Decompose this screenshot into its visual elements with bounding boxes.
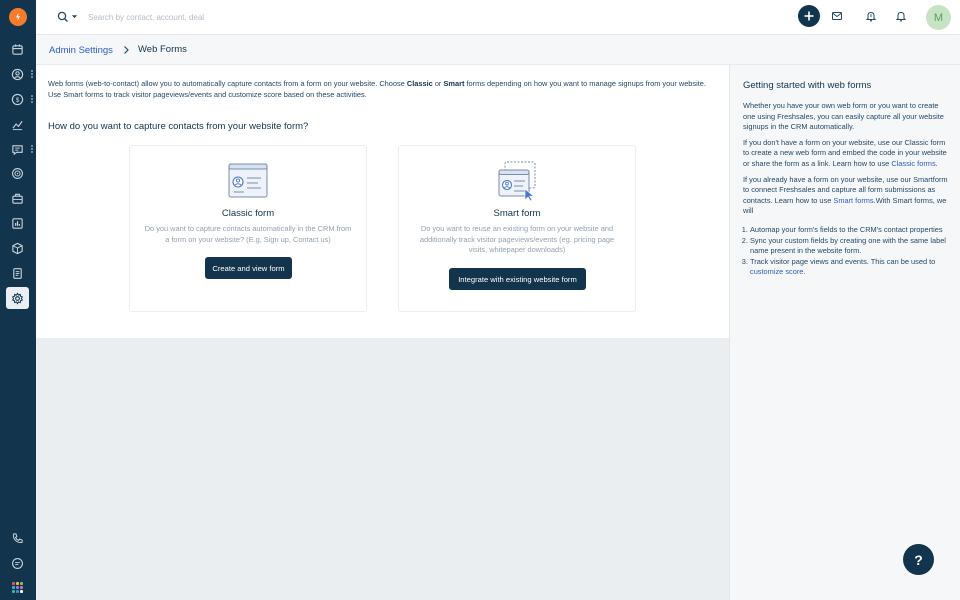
svg-text:$: $: [16, 96, 20, 103]
list-item-end: .: [803, 267, 806, 277]
avatar[interactable]: M: [926, 5, 951, 30]
getting-started-paragraph-2: If you don't have a form on your website…: [743, 138, 951, 170]
list-item: Sync your custom fields by creating one …: [750, 236, 951, 257]
reports-icon[interactable]: [6, 113, 29, 135]
breadcrumb-admin-settings-link[interactable]: Admin Settings: [49, 45, 113, 56]
sidebar: $: [0, 0, 36, 600]
main-content: Web forms (web-to-contact) allow you to …: [36, 65, 729, 338]
top-bar: M: [36, 0, 960, 35]
chevron-down-icon[interactable]: [71, 13, 78, 20]
breadcrumb: Admin Settings Web Forms: [36, 35, 960, 65]
smart-form-description: Do you want to reuse an existing form on…: [419, 224, 615, 254]
list-item: Automap your form's fields to the CRM's …: [750, 225, 951, 236]
chevron-right-icon: [124, 46, 129, 54]
documents-icon[interactable]: [6, 262, 29, 284]
apps-grid-icon[interactable]: [12, 582, 23, 593]
form-type-question: How do you want to capture contacts from…: [48, 121, 309, 132]
smart-form-title: Smart form: [493, 208, 541, 219]
calendar-icon[interactable]: [6, 38, 29, 60]
chat-icon[interactable]: [6, 552, 29, 574]
deals-more-icon[interactable]: [31, 95, 33, 103]
smart-forms-link[interactable]: Smart forms: [833, 196, 873, 205]
classic-form-description: Do you want to capture contacts automati…: [144, 224, 352, 244]
getting-started-paragraph-3: If you already have a form on your websi…: [743, 175, 951, 217]
list-item: Track visitor page views and events. Thi…: [750, 257, 951, 278]
classic-form-illustration-icon: [228, 163, 268, 198]
goals-icon[interactable]: [6, 162, 29, 184]
search-input[interactable]: [88, 9, 388, 25]
smart-form-illustration-icon: [498, 161, 536, 202]
contacts-icon[interactable]: [6, 63, 29, 85]
cpq-icon[interactable]: [6, 237, 29, 259]
contacts-more-icon[interactable]: [31, 70, 33, 78]
classic-form-title: Classic form: [221, 208, 275, 219]
intro-text: Web forms (web-to-contact) allow you to …: [48, 78, 713, 100]
intro-text-part1: Web forms (web-to-contact) allow you to …: [48, 79, 407, 88]
conversations-icon[interactable]: [6, 138, 29, 160]
search-icon[interactable]: [56, 10, 70, 24]
list-item-text: Track visitor page views and events. Thi…: [750, 256, 936, 266]
freshsales-logo-icon[interactable]: [9, 8, 27, 26]
getting-started-title: Getting started with web forms: [743, 80, 872, 91]
getting-started-body: Whether you have your own web form or yo…: [743, 101, 951, 278]
help-button[interactable]: ?: [903, 544, 934, 575]
customize-score-link[interactable]: customize score: [750, 267, 803, 276]
analytics-icon[interactable]: [6, 212, 29, 234]
conversations-more-icon[interactable]: [31, 145, 33, 153]
products-icon[interactable]: [6, 187, 29, 209]
add-icon: [804, 11, 814, 21]
settings-icon[interactable]: [6, 287, 29, 309]
phone-icon[interactable]: [6, 527, 29, 549]
classic-forms-link[interactable]: Classic forms: [891, 159, 935, 168]
smart-forms-feature-list: Automap your form's fields to the CRM's …: [743, 225, 951, 278]
getting-started-paragraph-1: Whether you have your own web form or yo…: [743, 101, 944, 132]
intro-classic-label: Classic: [406, 79, 433, 88]
add-button[interactable]: [798, 5, 820, 27]
integrate-existing-form-button[interactable]: Integrate with existing website form: [449, 268, 586, 290]
deals-icon[interactable]: $: [6, 88, 29, 110]
classic-form-card: Classic form Do you want to capture cont…: [129, 145, 367, 312]
notification-bell-icon[interactable]: [863, 8, 879, 24]
intro-or-text: or: [432, 79, 444, 88]
page-title: Web Forms: [138, 44, 187, 55]
create-and-view-form-button[interactable]: Create and view form: [205, 257, 292, 279]
mail-icon[interactable]: [829, 8, 845, 24]
paragraph-2-end: .: [935, 158, 938, 168]
getting-started-panel: Getting started with web forms Whether y…: [729, 65, 960, 600]
smart-form-card: Smart form Do you want to reuse an exist…: [398, 145, 636, 312]
intro-smart-label: Smart: [443, 79, 465, 88]
bell-icon[interactable]: [893, 8, 909, 24]
